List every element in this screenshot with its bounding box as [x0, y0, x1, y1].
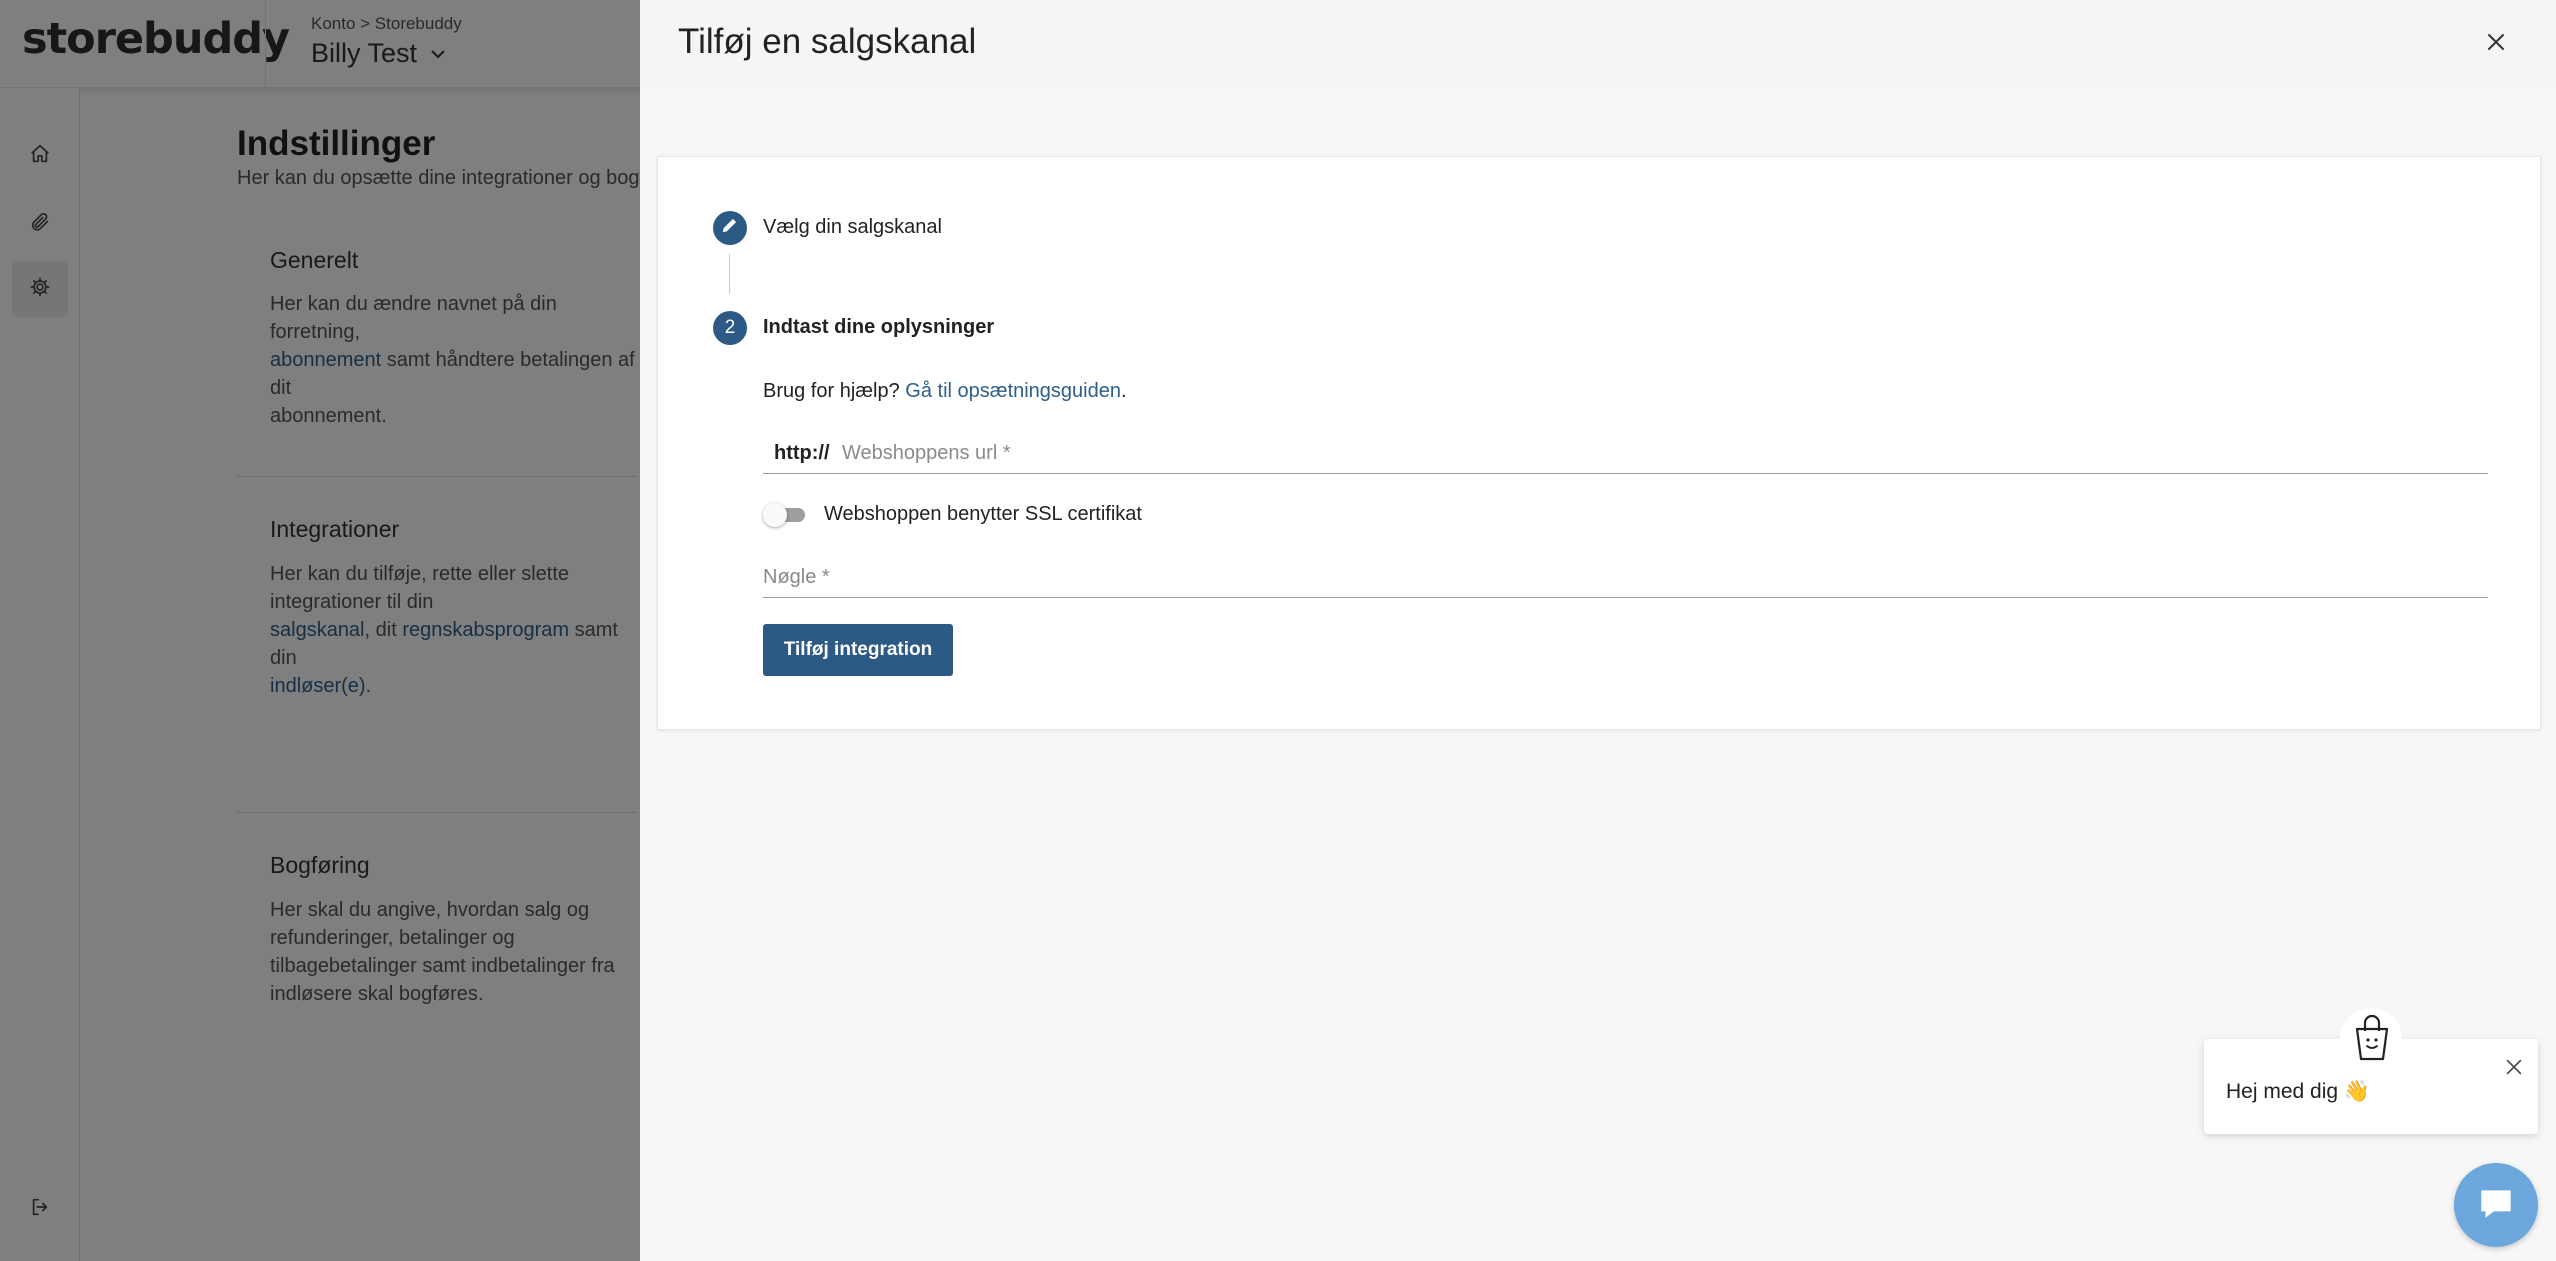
add-integration-button[interactable]: Tilføj integration — [763, 624, 953, 676]
webshop-url-field: http:// — [763, 432, 2488, 474]
step-1-indicator[interactable] — [713, 211, 747, 245]
key-field — [763, 556, 2488, 598]
drawer-title: Tilføj en salgskanal — [678, 22, 977, 61]
step-1-label[interactable]: Vælg din salgskanal — [763, 216, 942, 239]
step-2-indicator: 2 — [713, 311, 747, 345]
pencil-icon — [720, 215, 740, 241]
drawer-header: Tilføj en salgskanal — [640, 0, 2556, 88]
help-prefix: Brug for hjælp? — [763, 380, 906, 402]
setup-guide-link[interactable]: Gå til opsætningsguiden — [905, 380, 1121, 402]
chat-icon — [2475, 1182, 2517, 1229]
step-2-label: Indtast dine oplysninger — [763, 316, 995, 338]
chat-close-button[interactable] — [2500, 1055, 2528, 1083]
chat-greeting-text: Hej med dig 👋 — [2226, 1080, 2371, 1103]
chat-avatar — [2340, 1008, 2402, 1070]
close-button[interactable] — [2476, 24, 2516, 64]
close-icon — [2484, 30, 2508, 59]
chat-launcher-button[interactable] — [2454, 1163, 2538, 1247]
ssl-toggle-label: Webshoppen benytter SSL certifikat — [824, 503, 1142, 525]
step-connector — [729, 254, 730, 294]
help-suffix: . — [1121, 380, 1127, 402]
toggle-thumb — [763, 503, 787, 527]
ssl-toggle[interactable] — [763, 503, 811, 527]
shopping-bag-icon — [2351, 1013, 2391, 1066]
key-input[interactable] — [763, 562, 2483, 592]
webshop-url-input[interactable] — [842, 438, 2472, 468]
close-icon — [2503, 1056, 2525, 1083]
url-prefix: http:// — [774, 442, 830, 464]
help-text: Brug for hjælp? Gå til opsætningsguiden. — [763, 380, 1127, 403]
